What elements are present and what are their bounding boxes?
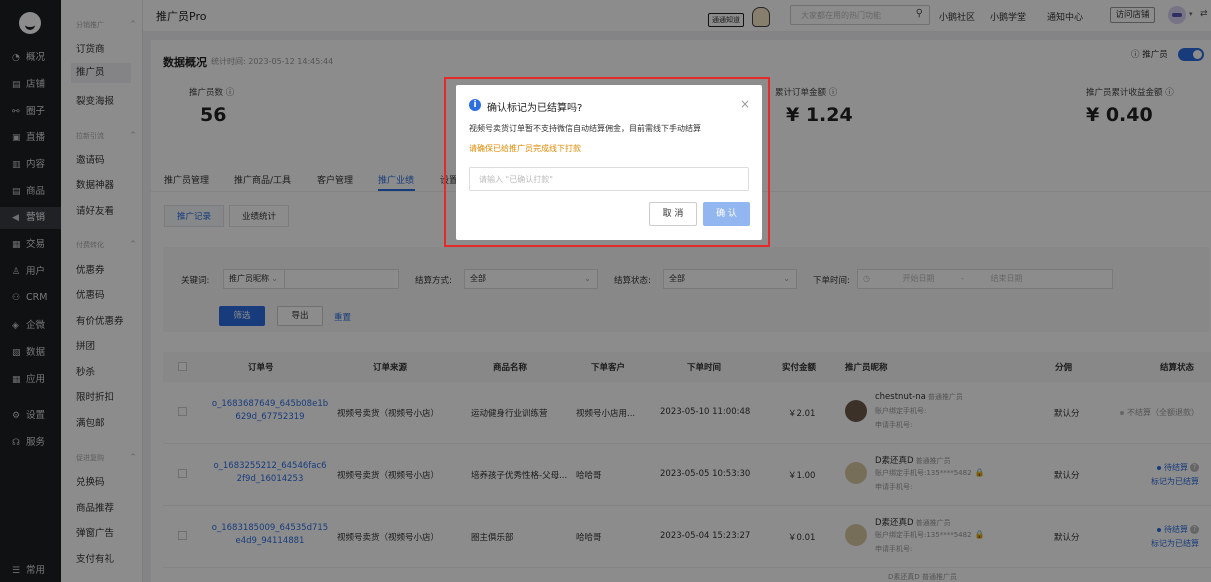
cancel-button[interactable]: 取 消 <box>649 202 697 226</box>
dialog-warning: 请确保已给推广员完成线下打款 <box>469 144 581 153</box>
info-icon: i <box>469 99 481 111</box>
confirm-button[interactable]: 确 认 <box>703 202 750 226</box>
confirm-settle-dialog: i 确认标记为已结算吗? × 视频号卖货订单暂不支持微信自动结算佣金，目前需线下… <box>456 85 762 240</box>
close-icon[interactable]: × <box>740 97 750 111</box>
dialog-description: 视频号卖货订单暂不支持微信自动结算佣金，目前需线下手动结算 <box>469 124 701 133</box>
confirm-input[interactable] <box>469 167 749 191</box>
dialog-title: 确认标记为已结算吗? <box>487 103 583 114</box>
